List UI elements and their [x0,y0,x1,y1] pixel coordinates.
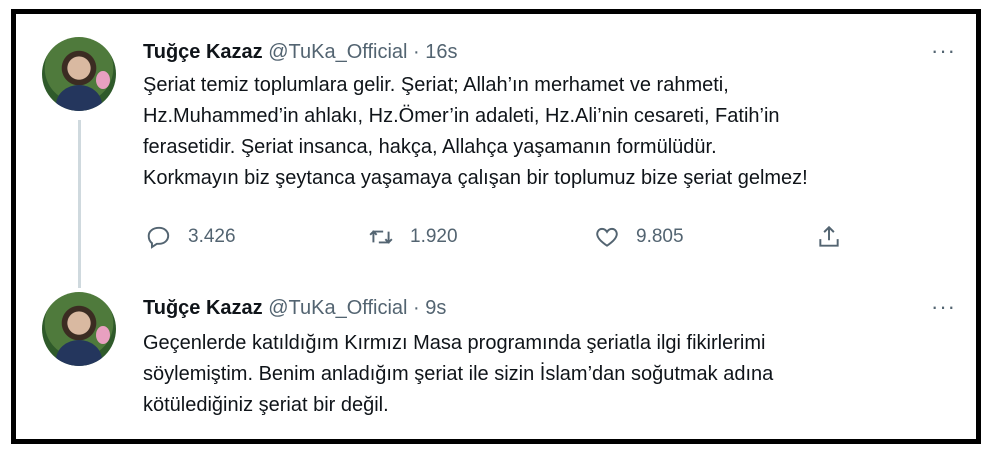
avatar-shirt [56,85,102,111]
tweet-header: Tuğçe Kazaz @TuKa_Official · 9s [143,296,446,320]
reply-button[interactable]: 3.426 [146,224,236,250]
more-icon[interactable]: ··· [931,294,956,320]
tweet-text-line: Geçenlerde katıldığım Kırmızı Masa progr… [143,332,766,354]
separator-dot: · [413,297,420,319]
tweet-text-line: Şeriat temiz toplumlara gelir. Şeriat; A… [143,74,729,96]
retweet-icon [369,230,393,244]
tweet-time[interactable]: 9s [425,297,446,319]
tweet-text-line: söylemiştim. Benim anladığım şeriat ile … [143,363,774,385]
tweet[interactable]: Tuğçe Kazaz @TuKa_Official · 16s ··· Şer… [16,14,976,288]
avatar[interactable] [42,292,116,366]
user-handle[interactable]: @TuKa_Official [268,41,407,63]
retweet-count: 1.920 [410,226,458,247]
like-button[interactable]: 9.805 [594,224,684,250]
tweet-time[interactable]: 16s [425,41,457,63]
tweet-text: Geçenlerde katıldığım Kırmızı Masa progr… [143,328,963,421]
like-count: 9.805 [636,226,684,247]
share-button[interactable] [816,224,842,256]
reply-icon [147,226,170,249]
heart-icon [596,227,618,247]
more-icon[interactable]: ··· [931,38,956,64]
tweet[interactable]: Tuğçe Kazaz @TuKa_Official · 9s ··· Geçe… [16,284,976,439]
reply-count: 3.426 [188,226,236,247]
avatar-flowers [96,71,110,89]
thread-line [78,120,81,288]
tweet-text-line: Hz.Muhammed’in ahlakı, Hz.Ömer’in adalet… [143,105,780,127]
retweet-button[interactable]: 1.920 [368,224,458,250]
user-handle[interactable]: @TuKa_Official [268,297,407,319]
share-icon [819,225,839,247]
tweet-text: Şeriat temiz toplumlara gelir. Şeriat; A… [143,70,963,194]
tweet-text-line: Korkmayın biz şeytanca yaşamaya çalışan … [143,167,808,189]
avatar-flowers [96,326,110,344]
display-name[interactable]: Tuğçe Kazaz [143,41,263,63]
tweet-text-line: ferasetidir. Şeriat insanca, hakça, Alla… [143,136,717,158]
screenshot-frame: Tuğçe Kazaz @TuKa_Official · 16s ··· Şer… [11,9,981,444]
avatar-shirt [56,340,102,366]
avatar[interactable] [42,37,116,111]
separator-dot: · [413,41,420,63]
tweet-text-line: kötülediğiniz şeriat bir değil. [143,394,389,416]
display-name[interactable]: Tuğçe Kazaz [143,297,263,319]
tweet-header: Tuğçe Kazaz @TuKa_Official · 16s [143,40,458,64]
